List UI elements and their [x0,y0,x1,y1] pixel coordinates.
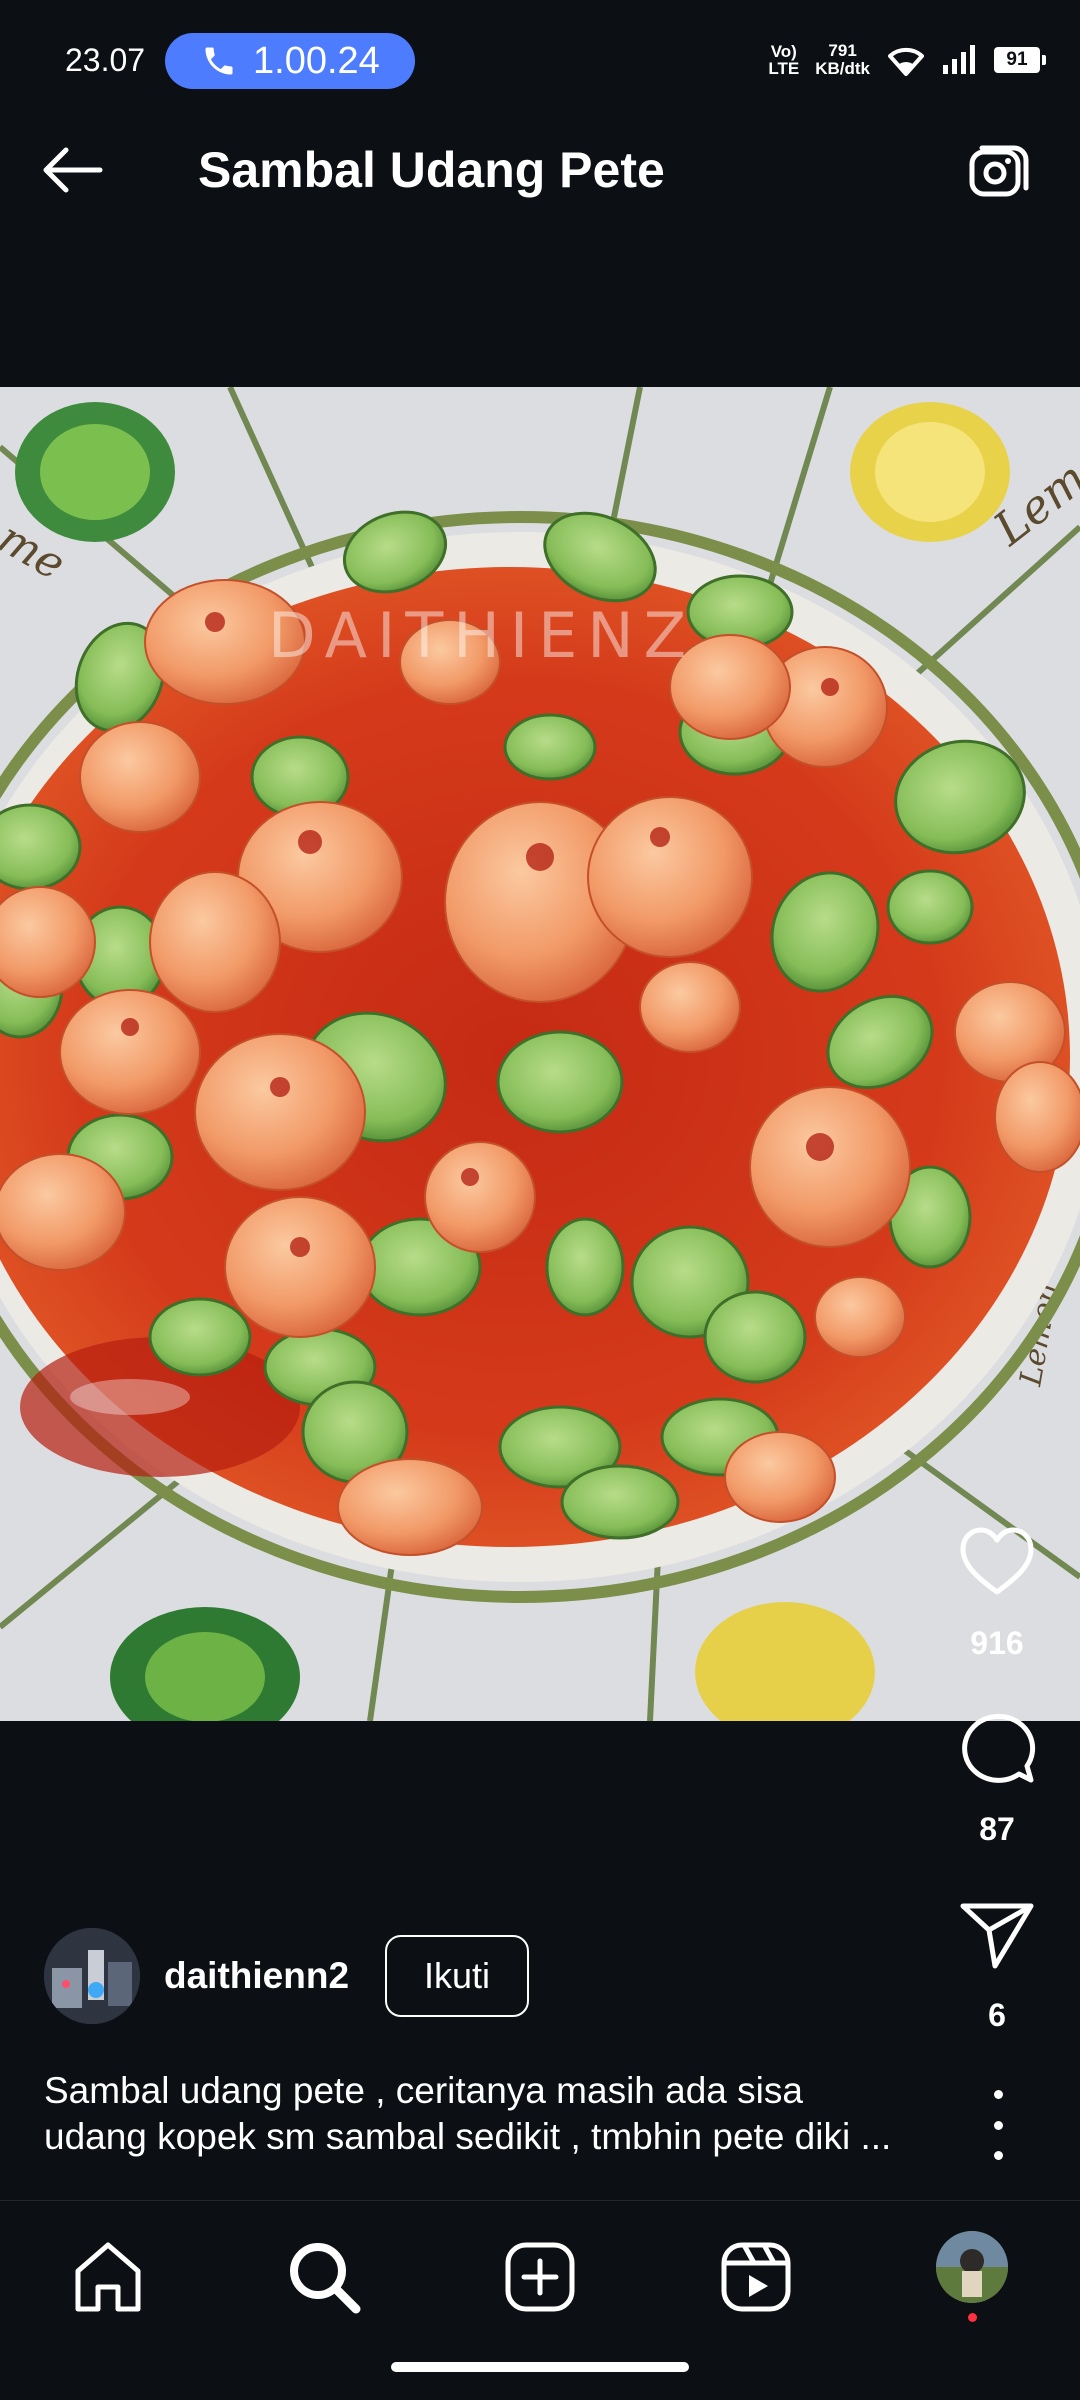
author-row: daithienn2 Ikuti [44,1928,530,2024]
home-icon [75,2242,141,2312]
comment-count: 87 [979,1811,1015,1847]
status-bar: 23.07 1.00.24 Vo) LTE 791 KB/dtk 91 [0,0,1080,92]
nav-create[interactable] [500,2237,580,2317]
follow-button[interactable]: Ikuti [385,1935,530,2017]
arrow-left-icon [43,147,103,193]
sambal-dish-illustration: Lemon Lemon me DAITHIENZ [0,387,1080,1721]
page-title: Sambal Udang Pete [198,142,665,198]
caption-line-1: Sambal udang pete , ceritanya masih ada … [44,2070,803,2111]
ongoing-call-pill[interactable]: 1.00.24 [165,33,415,89]
author-avatar-image [44,1928,140,2024]
share-count: 6 [988,1997,1006,2033]
more-dot-icon [993,2151,1003,2160]
more-dot-icon [993,2120,1003,2130]
battery-indicator: 91 [994,47,1046,73]
search-icon [290,2243,361,2314]
author-avatar[interactable] [44,1928,140,2024]
more-options-button[interactable] [978,2090,1018,2160]
volte-indicator: Vo) LTE [768,43,799,77]
like-action[interactable]: 916 [947,1522,1047,1662]
network-speed: 791 KB/dtk [815,42,870,78]
camera-button[interactable] [968,140,1032,204]
network-speed-unit: KB/dtk [815,59,870,78]
nav-reels[interactable] [716,2237,796,2317]
nav-home[interactable] [68,2237,148,2317]
status-indicators: Vo) LTE 791 KB/dtk 91 [768,40,1046,80]
heart-icon [960,1527,1034,1595]
home-indicator[interactable] [391,2362,689,2372]
back-button[interactable] [40,140,110,200]
volte-line-2: LTE [768,59,800,78]
caption-line-2: udang kopek sm sambal sedikit , tmbhin p… [44,2116,892,2157]
send-icon [960,1903,1034,1969]
screen: 23.07 1.00.24 Vo) LTE 791 KB/dtk 91 Samb… [0,0,1080,2400]
watermark: DAITHIENZ [268,599,696,672]
post-image[interactable]: Lemon Lemon me DAITHIENZ [0,387,1080,1721]
network-speed-value: 791 [828,41,857,60]
nav-search[interactable] [284,2237,364,2317]
nav-profile-avatar[interactable] [936,2231,1008,2303]
phone-icon [205,47,233,75]
post-header: Sambal Udang Pete [0,120,1080,220]
status-time: 23.07 [65,42,146,78]
reels-icon [721,2242,791,2312]
more-dot-icon [993,2090,1003,2099]
camera-icon [969,145,1029,197]
profile-avatar-image [936,2231,1008,2303]
like-count: 916 [970,1625,1024,1661]
share-action[interactable]: 6 [947,1894,1047,2034]
signal-icon [943,45,975,74]
post-caption[interactable]: Sambal udang pete , ceritanya masih ada … [44,2068,944,2160]
comment-action[interactable]: 87 [947,1708,1047,1848]
wifi-icon [888,47,924,76]
username[interactable]: daithienn2 [164,1955,349,1997]
call-duration: 1.00.24 [253,39,380,82]
create-icon [505,2242,575,2312]
notification-dot [968,2313,977,2322]
comment-icon [962,1713,1036,1783]
volte-line-1: Vo) [770,42,797,61]
